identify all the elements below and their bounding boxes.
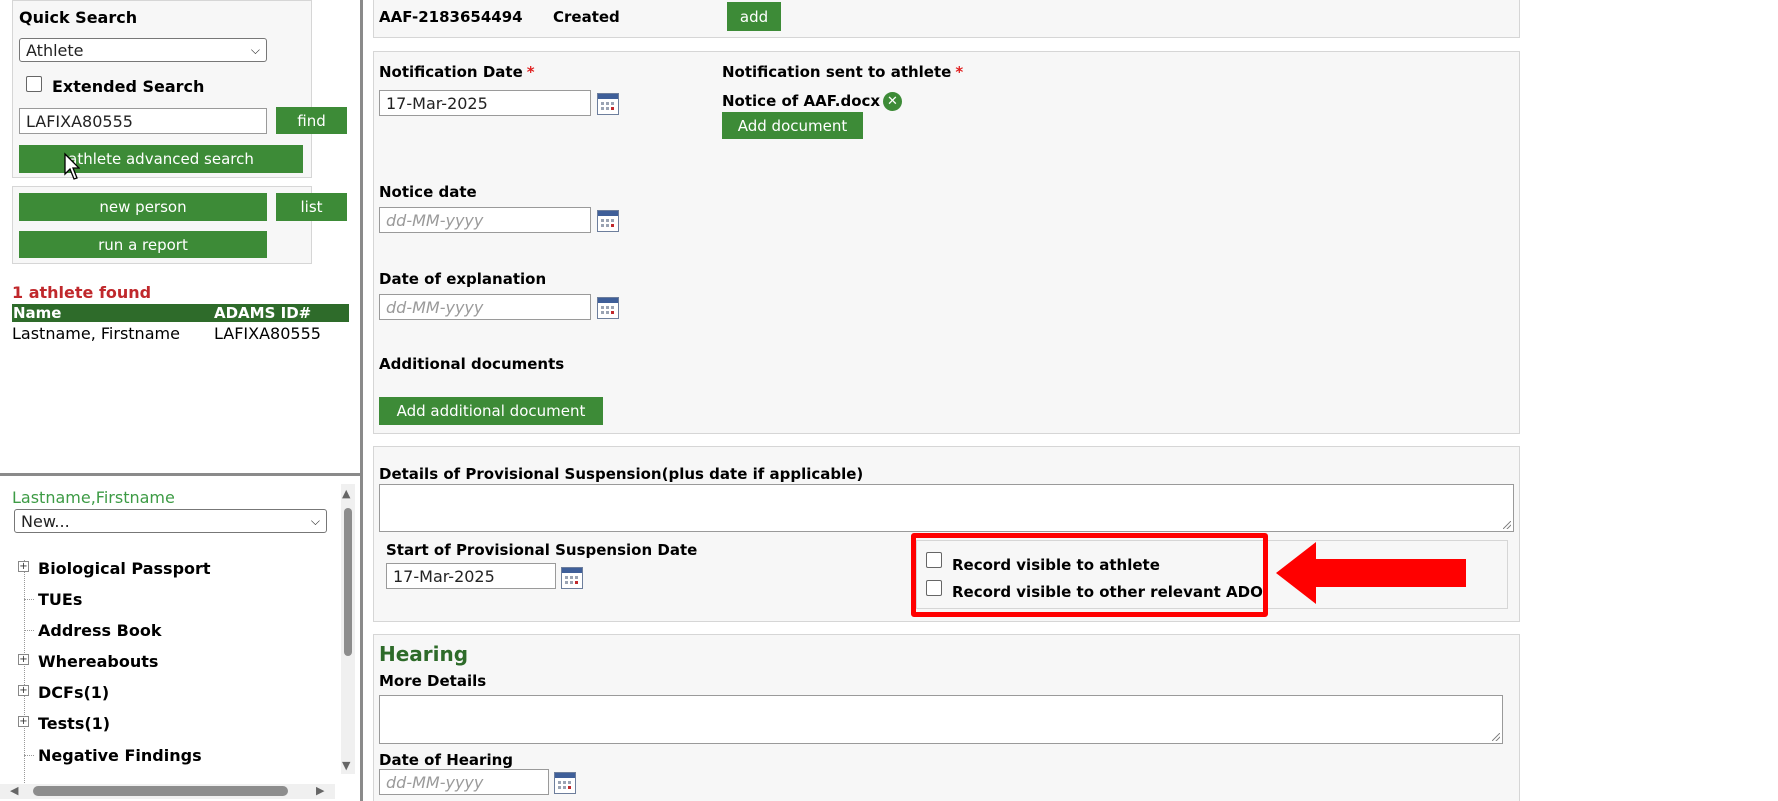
tree-guide-line [24,560,25,785]
new-person-button[interactable]: new person [19,193,267,221]
add-button[interactable]: add [727,2,781,31]
suspension-start-date-label: Start of Provisional Suspension Date [386,541,698,559]
scroll-up-arrow-icon[interactable]: ▲ [342,487,350,500]
athlete-link[interactable]: Lastname,Firstname [12,488,175,507]
results-count: 1 athlete found [12,283,152,302]
case-status: Created [553,8,620,26]
tree-item-dcfs[interactable]: DCFs(1) [38,683,109,702]
run-report-button[interactable]: run a report [19,231,267,258]
tree-connector [24,630,34,631]
notification-date-input[interactable]: 17-Mar-2025 [379,90,591,116]
calendar-icon[interactable] [597,297,619,319]
new-record-select[interactable]: New... ⌵ [14,509,327,533]
frame-divider [360,0,363,801]
required-marker: * [526,63,535,81]
calendar-icon[interactable] [597,93,619,115]
attached-document-name[interactable]: Notice of AAF.docx [722,92,880,110]
hearing-details-textarea[interactable] [379,695,1503,744]
expand-plus-icon[interactable]: + [18,654,29,665]
horizontal-scrollbar-thumb[interactable] [33,786,288,796]
notice-date-input[interactable]: dd-MM-yyyy [379,207,591,233]
notification-date-label: Notification Date * [379,63,535,81]
tree-item-biological-passport[interactable]: Biological Passport [38,559,211,578]
quick-search-title: Quick Search [19,8,138,27]
calendar-icon[interactable] [561,567,583,589]
tree-item-tests[interactable]: Tests(1) [38,714,110,733]
explanation-date-input[interactable]: dd-MM-yyyy [379,294,591,320]
add-additional-document-button[interactable]: Add additional document [379,397,603,425]
suspension-details-textarea[interactable] [379,484,1514,532]
red-arrow-icon [1276,542,1466,604]
case-header-panel [373,0,1520,38]
extended-search-label: Extended Search [52,77,205,96]
tree-item-address-book[interactable]: Address Book [38,621,161,640]
tree-scrollbar-thumb[interactable] [344,508,352,656]
hearing-date-input[interactable]: dd-MM-yyyy [379,769,549,795]
result-row-id[interactable]: LAFIXA80555 [214,324,321,343]
highlight-box [911,533,1268,617]
hearing-title: Hearing [379,642,469,666]
more-details-label: More Details [379,672,487,690]
suspension-start-date-input[interactable]: 17-Mar-2025 [386,563,556,589]
explanation-date-label: Date of explanation [379,270,547,288]
scroll-down-arrow-icon[interactable]: ▼ [342,759,350,772]
find-button[interactable]: find [276,107,347,134]
notice-date-label: Notice date [379,183,477,201]
scroll-right-arrow-icon[interactable]: ▶ [316,784,324,797]
search-input[interactable]: LAFIXA80555 [19,108,267,134]
result-row-name[interactable]: Lastname, Firstname [12,324,180,343]
additional-documents-label: Additional documents [379,355,565,373]
notification-sent-label: Notification sent to athlete * [722,63,963,81]
list-button[interactable]: list [276,193,347,221]
notification-date-label-text: Notification Date [379,63,523,81]
new-record-value: New... [21,511,70,531]
mouse-cursor-icon [64,152,80,180]
tree-connector [24,755,34,756]
suspension-details-label: Details of Provisional Suspension(plus d… [379,465,864,483]
calendar-icon[interactable] [597,210,619,232]
hearing-date-label: Date of Hearing [379,751,513,769]
results-header-id: ADAMS ID# [214,304,312,322]
case-id: AAF-2183654494 [379,8,523,26]
search-type-select[interactable]: Athlete ⌵ [19,38,267,62]
chevron-down-icon: ⌵ [310,513,320,528]
sidebar-splitter[interactable] [0,473,360,476]
required-marker: * [955,63,964,81]
chevron-down-icon: ⌵ [250,42,260,57]
expand-plus-icon[interactable]: + [18,716,29,727]
add-document-button[interactable]: Add document [722,112,863,139]
calendar-icon[interactable] [554,772,576,794]
tree-item-negative-findings[interactable]: Negative Findings [38,746,202,765]
notification-sent-label-text: Notification sent to athlete [722,63,952,81]
search-type-value: Athlete [26,40,84,60]
remove-document-icon[interactable]: ✕ [883,92,902,111]
expand-plus-icon[interactable]: + [18,561,29,572]
tree-item-whereabouts[interactable]: Whereabouts [38,652,158,671]
expand-plus-icon[interactable]: + [18,685,29,696]
extended-search-checkbox[interactable] [26,76,42,92]
tree-connector [24,599,34,600]
tree-item-tues[interactable]: TUEs [38,590,82,609]
results-header-name: Name [13,304,62,322]
scroll-left-arrow-icon[interactable]: ◀ [10,784,18,797]
